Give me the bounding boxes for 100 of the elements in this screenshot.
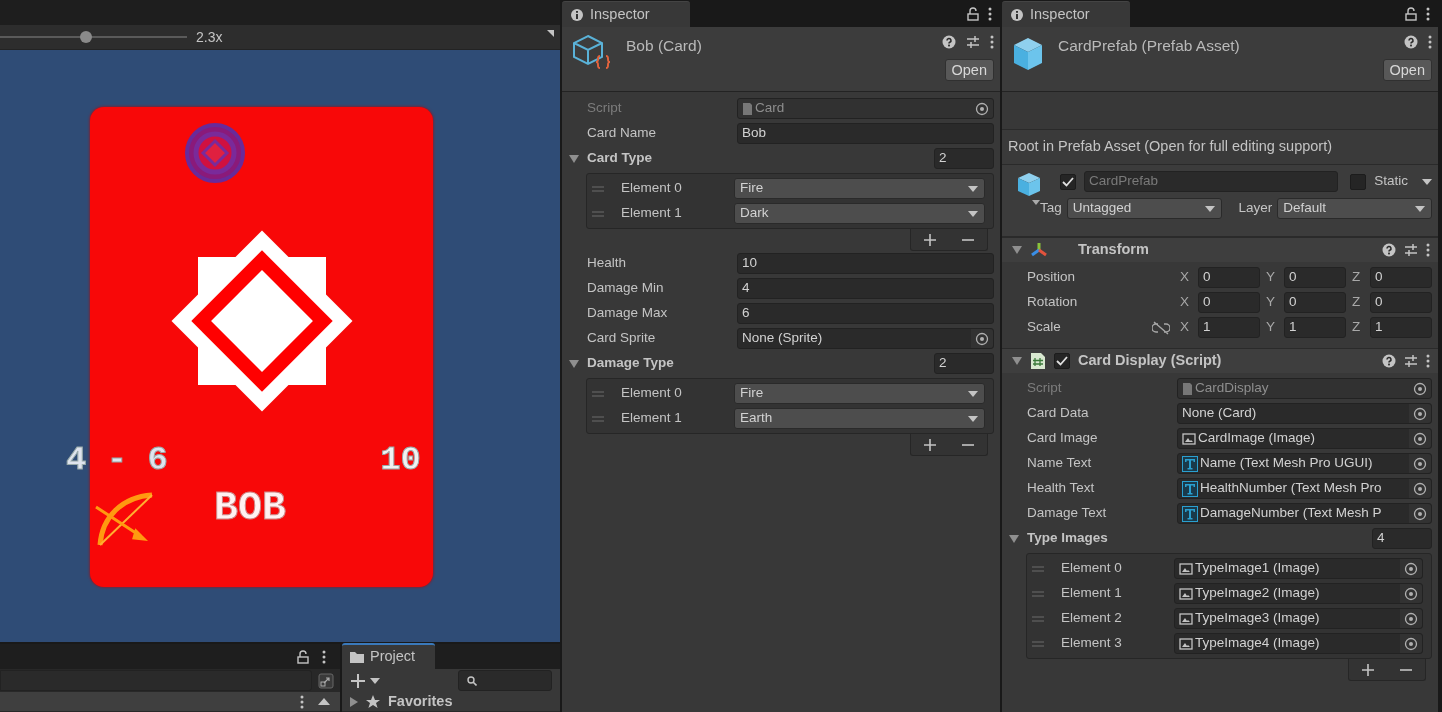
drag-handle-icon[interactable] [1031,614,1045,623]
inspector-tab[interactable]: Inspector [1002,1,1130,27]
more-menu-icon[interactable] [988,7,992,21]
component-header[interactable]: Transform [1002,237,1438,262]
drag-handle-icon[interactable] [591,414,605,423]
help-icon[interactable] [1382,243,1396,257]
object-picker-icon[interactable] [1413,481,1427,496]
number-field[interactable]: 1 [1284,317,1346,338]
text-field[interactable]: 10 [737,253,994,274]
scroll-up-icon[interactable] [318,698,330,705]
number-field[interactable]: 0 [1284,267,1346,288]
component-header[interactable]: Card Display (Script) [1002,348,1438,373]
dropdown[interactable]: Earth [734,408,985,429]
help-icon[interactable] [1382,354,1396,368]
slider-thumb[interactable] [80,31,92,43]
inspector-tab[interactable]: Inspector [562,1,690,27]
foldout-icon[interactable] [1009,534,1019,543]
more-menu-icon[interactable] [300,694,304,709]
object-picker-icon[interactable] [1413,406,1427,421]
foldout-icon[interactable] [1012,357,1022,365]
more-menu-icon[interactable] [1426,243,1430,257]
number-field[interactable]: 0 [1198,267,1260,288]
caret-icon[interactable] [1422,178,1432,185]
check-icon [1056,356,1068,366]
text-field[interactable]: 6 [737,303,994,324]
object-field[interactable]: TypeImage1 (Image) [1174,558,1423,579]
object-picker-icon[interactable] [975,101,989,116]
more-menu-icon[interactable] [1426,7,1430,21]
maximize-icon[interactable] [318,672,334,689]
more-menu-icon[interactable] [990,35,994,49]
object-field[interactable]: HealthNumber (Text Mesh Pro [1177,478,1432,499]
foldout-icon[interactable] [350,696,358,707]
object-picker-icon[interactable] [1404,611,1418,626]
object-picker-icon[interactable] [1413,381,1427,396]
object-field[interactable]: Name (Text Mesh Pro UGUI) [1177,453,1432,474]
drag-handle-icon[interactable] [591,389,605,398]
foldout-icon[interactable] [1012,246,1022,254]
object-picker-icon[interactable] [1404,561,1418,576]
text-field[interactable]: 4 [737,278,994,299]
dropdown[interactable]: Fire [734,178,985,199]
number-field[interactable]: 1 [1198,317,1260,338]
unlinked-chain-icon[interactable] [1152,320,1170,335]
more-menu-icon[interactable] [1426,354,1430,368]
project-tab[interactable]: Project [342,643,436,669]
plus-icon[interactable] [924,233,936,246]
drag-handle-icon[interactable] [591,209,605,218]
object-field[interactable]: TypeImage2 (Image) [1174,583,1423,604]
open-button[interactable]: Open [1382,59,1432,81]
active-checkbox[interactable] [1060,173,1076,190]
number-field[interactable]: 1 [1370,317,1432,338]
object-field[interactable]: TypeImage3 (Image) [1174,608,1423,629]
number-field[interactable]: 0 [1370,267,1432,288]
layer-dropdown[interactable]: Default [1277,198,1432,219]
lock-icon[interactable] [1404,7,1418,21]
size-field[interactable]: 4 [1372,528,1432,549]
search-field[interactable] [458,670,552,691]
object-field[interactable]: DamageNumber (Text Mesh P [1177,503,1432,524]
foldout-icon[interactable] [569,154,579,163]
add-button[interactable] [350,672,380,689]
presets-icon[interactable] [966,35,980,49]
drag-handle-icon[interactable] [591,184,605,193]
plus-icon[interactable] [924,438,936,451]
more-menu-icon[interactable] [322,649,326,664]
help-icon[interactable] [1404,35,1418,49]
drag-handle-icon[interactable] [1031,589,1045,598]
object-picker-icon[interactable] [975,331,989,346]
object-field[interactable]: None (Card) [1177,403,1432,424]
static-checkbox[interactable] [1350,173,1367,190]
tag-dropdown[interactable]: Untagged [1066,198,1222,219]
zoom-slider[interactable] [0,29,187,45]
object-field[interactable]: TypeImage4 (Image) [1174,633,1423,654]
number-field[interactable]: 0 [1284,292,1346,313]
object-picker-icon[interactable] [1404,636,1418,651]
presets-icon[interactable] [1404,243,1418,257]
presets-icon[interactable] [1404,354,1418,368]
object-picker-icon[interactable] [1404,586,1418,601]
open-button[interactable]: Open [944,59,994,81]
search-field[interactable] [0,670,312,691]
lock-icon[interactable] [966,7,980,21]
number-field[interactable]: 0 [1198,292,1260,313]
number-field[interactable]: 0 [1370,292,1432,313]
drag-handle-icon[interactable] [1031,639,1045,648]
object-picker-icon[interactable] [1413,431,1427,446]
dropdown[interactable]: Fire [734,383,985,404]
size-field[interactable]: 2 [934,148,994,169]
dropdown[interactable]: Dark [734,203,985,224]
foldout-icon[interactable] [569,359,579,368]
more-menu-icon[interactable] [1428,35,1432,49]
cube-icon[interactable] [1016,171,1042,207]
object-picker-icon[interactable] [1413,456,1427,471]
lock-icon[interactable] [296,649,310,664]
drag-handle-icon[interactable] [1031,564,1045,573]
object-field[interactable]: CardImage (Image) [1177,428,1432,449]
text-field[interactable]: Bob [737,123,994,144]
object-field[interactable]: None (Sprite) [737,328,994,349]
enabled-checkbox[interactable] [1054,353,1070,369]
plus-icon[interactable] [1362,663,1374,676]
help-icon[interactable] [942,35,956,49]
size-field[interactable]: 2 [934,353,994,374]
object-picker-icon[interactable] [1413,506,1427,521]
